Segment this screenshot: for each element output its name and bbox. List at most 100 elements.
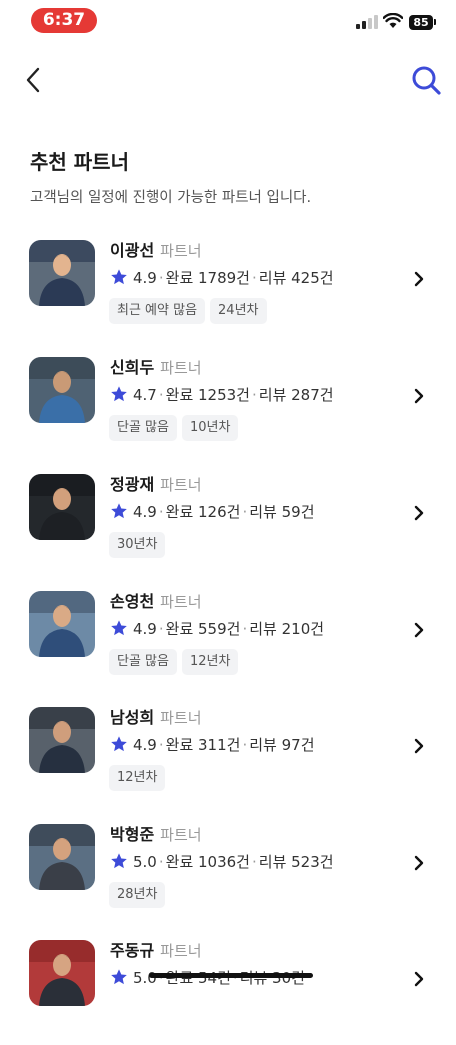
partner-name-line: 주동규 파트너	[110, 937, 202, 961]
separator-dot: ·	[158, 503, 164, 521]
partner-name-line: 정광재 파트너	[110, 471, 202, 495]
partner-tag: 28년차	[109, 882, 166, 908]
partner-stats: 4.9 · 완료 1789건 · 리뷰 425건	[110, 267, 334, 288]
partner-stats: 5.0 · 완료 1036건 · 리뷰 523건	[110, 851, 334, 872]
partner-tag: 최근 예약 많음	[109, 298, 206, 324]
partner-role: 파트너	[160, 242, 202, 260]
partner-row[interactable]: 이광선 파트너 4.9 · 완료 1789건 · 리뷰 425건 최근 예약 많음 24년차	[0, 237, 456, 345]
separator-dot: ·	[232, 969, 238, 987]
partner-rating: 4.7	[133, 386, 157, 404]
cellular-signal-icon	[356, 15, 378, 29]
partner-reviews: 리뷰 210건	[249, 620, 325, 638]
chevron-right-icon	[414, 971, 424, 987]
star-icon	[111, 969, 127, 985]
partner-reviews: 리뷰 97건	[249, 736, 315, 754]
partner-stats: 4.9 · 완료 559건 · 리뷰 210건	[110, 618, 324, 639]
partner-reviews: 리뷰 30건	[239, 969, 305, 987]
partner-name: 주동규	[110, 941, 155, 960]
partner-name-line: 손영천 파트너	[110, 588, 202, 612]
partner-role: 파트너	[160, 826, 202, 844]
separator-dot: ·	[242, 620, 248, 638]
partner-name-line: 신희두 파트너	[110, 354, 202, 378]
separator-dot: ·	[251, 853, 257, 871]
home-indicator	[149, 973, 313, 978]
status-time: 6:37	[31, 8, 97, 33]
separator-dot: ·	[242, 736, 248, 754]
partner-row[interactable]: 박형준 파트너 5.0 · 완료 1036건 · 리뷰 523건 28년차	[0, 821, 456, 929]
partner-avatar	[29, 474, 95, 540]
separator-dot: ·	[158, 736, 164, 754]
section-title: 추천 파트너	[30, 150, 129, 174]
partner-row[interactable]: 신희두 파트너 4.7 · 완료 1253건 · 리뷰 287건 단골 많음 10년차	[0, 354, 456, 462]
separator-dot: ·	[158, 853, 164, 871]
partner-role: 파트너	[160, 476, 202, 494]
star-icon	[111, 503, 127, 519]
battery-tip	[434, 19, 436, 25]
chevron-right-icon	[414, 855, 424, 871]
partner-tags: 단골 많음 10년차	[109, 415, 243, 441]
partner-name-line: 박형준 파트너	[110, 821, 202, 845]
partner-tag: 30년차	[109, 532, 166, 558]
partner-reviews: 리뷰 59건	[249, 503, 315, 521]
partner-rating: 4.9	[133, 620, 157, 638]
separator-dot: ·	[158, 386, 164, 404]
status-bar: 6:37 85	[0, 0, 456, 44]
partner-name: 이광선	[110, 241, 155, 260]
partner-avatar	[29, 240, 95, 306]
search-button[interactable]	[410, 64, 442, 96]
partner-completed: 완료 54건	[165, 969, 231, 987]
partner-name-line: 남성희 파트너	[110, 704, 202, 728]
partner-rating: 5.0	[133, 853, 157, 871]
partner-stats: 4.9 · 완료 311건 · 리뷰 97건	[110, 734, 315, 755]
wifi-icon	[383, 13, 403, 28]
partner-name: 정광재	[110, 475, 155, 494]
partner-avatar	[29, 357, 95, 423]
nav-bar	[0, 52, 456, 108]
section-description: 고객님의 일정에 진행이 가능한 파트너 입니다.	[30, 190, 312, 206]
partner-row[interactable]: 정광재 파트너 4.9 · 완료 126건 · 리뷰 59건 30년차	[0, 471, 456, 579]
partner-stats: 4.7 · 완료 1253건 · 리뷰 287건	[110, 384, 334, 405]
partner-tags: 28년차	[109, 882, 170, 908]
back-button[interactable]	[22, 65, 46, 95]
partner-row[interactable]: 남성희 파트너 4.9 · 완료 311건 · 리뷰 97건 12년차	[0, 704, 456, 812]
chevron-right-icon	[414, 622, 424, 638]
star-icon	[111, 386, 127, 402]
partner-avatar	[29, 591, 95, 657]
partner-completed: 완료 311건	[165, 736, 241, 754]
partner-name: 손영천	[110, 592, 155, 611]
partner-avatar	[29, 707, 95, 773]
partner-row[interactable]: 손영천 파트너 4.9 · 완료 559건 · 리뷰 210건 단골 많음 12년차	[0, 588, 456, 696]
separator-dot: ·	[158, 269, 164, 287]
star-icon	[111, 269, 127, 285]
search-icon	[412, 66, 441, 95]
partner-tag: 24년차	[210, 298, 267, 324]
partner-tags: 30년차	[109, 532, 170, 558]
partner-row[interactable]: 주동규 파트너 5.0 · 완료 54건 · 리뷰 30건	[0, 937, 456, 1045]
partner-reviews: 리뷰 523건	[258, 853, 334, 871]
partner-tag: 12년차	[109, 765, 166, 791]
chevron-right-icon	[414, 738, 424, 754]
partner-rating: 4.9	[133, 503, 157, 521]
partner-reviews: 리뷰 287건	[258, 386, 334, 404]
star-icon	[111, 736, 127, 752]
star-icon	[111, 620, 127, 636]
chevron-left-icon	[26, 67, 40, 93]
partner-stats: 4.9 · 완료 126건 · 리뷰 59건	[110, 501, 315, 522]
partner-rating: 5.0	[133, 969, 157, 987]
chevron-right-icon	[414, 388, 424, 404]
battery-icon: 85	[409, 15, 433, 30]
partner-rating: 4.9	[133, 269, 157, 287]
separator-dot: ·	[242, 503, 248, 521]
separator-dot: ·	[158, 969, 164, 987]
partner-tag: 10년차	[181, 415, 239, 441]
partner-tag: 단골 많음	[109, 415, 177, 441]
partner-name-line: 이광선 파트너	[110, 237, 202, 261]
partner-avatar	[29, 824, 95, 890]
partner-completed: 완료 1253건	[165, 386, 250, 404]
partner-tags: 최근 예약 많음 24년차	[109, 298, 272, 324]
partner-role: 파트너	[160, 942, 202, 960]
partner-role: 파트너	[160, 359, 202, 377]
partner-completed: 완료 1036건	[165, 853, 250, 871]
partner-reviews: 리뷰 425건	[258, 269, 334, 287]
partner-avatar	[29, 940, 95, 1006]
